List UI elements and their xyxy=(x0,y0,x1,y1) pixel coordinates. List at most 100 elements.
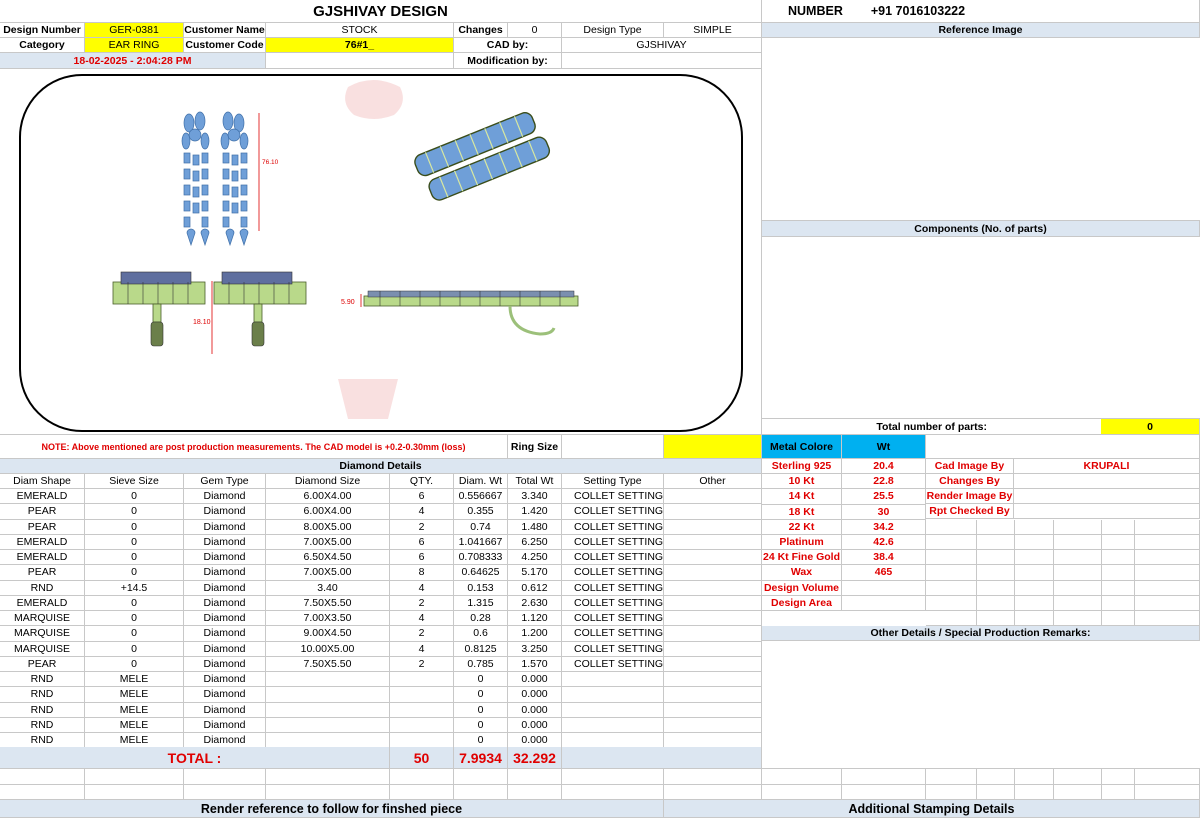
diamond-cell-diam-wt[interactable]: 0.74 xyxy=(454,519,508,535)
diamond-cell-diam-wt[interactable]: 0.355 xyxy=(454,504,508,520)
diamond-cell-gem-type[interactable]: Diamond xyxy=(184,611,266,627)
diamond-cell-total-wt[interactable]: 1.570 xyxy=(508,656,562,672)
diamond-cell-sieve-size[interactable]: MELE xyxy=(85,717,184,733)
diamond-cell-other[interactable] xyxy=(664,672,762,688)
diamond-cell-other[interactable] xyxy=(664,733,762,749)
changes-field[interactable]: 0 xyxy=(508,23,562,38)
design-type-field[interactable]: SIMPLE xyxy=(664,23,762,38)
diamond-cell-qty[interactable]: 4 xyxy=(390,641,454,657)
customer-code-field[interactable]: 76#1_ xyxy=(266,38,454,53)
diamond-cell-diamond-size[interactable] xyxy=(266,687,390,703)
diamond-cell-sieve-size[interactable]: 0 xyxy=(85,504,184,520)
diamond-cell-total-wt[interactable]: 0.000 xyxy=(508,717,562,733)
diamond-cell-diamond-size[interactable] xyxy=(266,702,390,718)
diamond-cell-qty[interactable]: 4 xyxy=(390,611,454,627)
cad-image-by-value[interactable]: KRUPALI xyxy=(1014,459,1200,474)
diamond-cell-diam-wt[interactable]: 0 xyxy=(454,672,508,688)
diamond-cell-qty[interactable]: 2 xyxy=(390,519,454,535)
diamond-cell-sieve-size[interactable]: +14.5 xyxy=(85,580,184,596)
diamond-cell-diam-shape[interactable]: EMERALD xyxy=(0,550,85,566)
diamond-cell-total-wt[interactable]: 4.250 xyxy=(508,550,562,566)
diamond-cell-diamond-size[interactable]: 3.40 xyxy=(266,580,390,596)
metal-weight[interactable] xyxy=(842,580,926,596)
diamond-cell-gem-type[interactable]: Diamond xyxy=(184,641,266,657)
diamond-cell-setting-type[interactable]: COLLET SETTING xyxy=(562,550,664,566)
metal-weight[interactable] xyxy=(842,595,926,611)
diamond-cell-setting-type[interactable]: COLLET SETTING xyxy=(562,641,664,657)
diamond-cell-gem-type[interactable]: Diamond xyxy=(184,565,266,581)
diamond-cell-qty[interactable]: 6 xyxy=(390,550,454,566)
diamond-cell-diamond-size[interactable] xyxy=(266,672,390,688)
diamond-cell-other[interactable] xyxy=(664,611,762,627)
diamond-cell-sieve-size[interactable]: 0 xyxy=(85,534,184,550)
diamond-cell-other[interactable] xyxy=(664,595,762,611)
diamond-cell-diam-shape[interactable]: MARQUISE xyxy=(0,626,85,642)
diamond-cell-qty[interactable]: 2 xyxy=(390,656,454,672)
diamond-cell-qty[interactable]: 4 xyxy=(390,580,454,596)
diamond-cell-gem-type[interactable]: Diamond xyxy=(184,656,266,672)
diamond-cell-diamond-size[interactable]: 6.50X4.50 xyxy=(266,550,390,566)
render-image-by-value[interactable] xyxy=(1014,489,1200,504)
diamond-cell-diamond-size[interactable]: 7.00X5.00 xyxy=(266,565,390,581)
diamond-cell-diam-wt[interactable]: 0.153 xyxy=(454,580,508,596)
diamond-cell-diam-wt[interactable]: 1.041667 xyxy=(454,534,508,550)
diamond-cell-gem-type[interactable]: Diamond xyxy=(184,550,266,566)
diamond-cell-qty[interactable] xyxy=(390,687,454,703)
diamond-cell-qty[interactable]: 6 xyxy=(390,534,454,550)
metal-weight[interactable]: 20.4 xyxy=(842,459,926,475)
diamond-cell-other[interactable] xyxy=(664,702,762,718)
diamond-cell-sieve-size[interactable]: 0 xyxy=(85,519,184,535)
diamond-cell-gem-type[interactable]: Diamond xyxy=(184,580,266,596)
diamond-cell-diamond-size[interactable]: 10.00X5.00 xyxy=(266,641,390,657)
diamond-cell-total-wt[interactable]: 3.340 xyxy=(508,489,562,505)
diamond-cell-total-wt[interactable]: 5.170 xyxy=(508,565,562,581)
diamond-cell-gem-type[interactable]: Diamond xyxy=(184,672,266,688)
diamond-cell-diamond-size[interactable]: 8.00X5.00 xyxy=(266,519,390,535)
diamond-cell-setting-type[interactable]: COLLET SETTING xyxy=(562,489,664,505)
diamond-cell-diam-wt[interactable]: 0.556667 xyxy=(454,489,508,505)
diamond-cell-other[interactable] xyxy=(664,519,762,535)
total-parts-value[interactable]: 0 xyxy=(1101,419,1200,435)
diamond-cell-other[interactable] xyxy=(664,534,762,550)
diamond-cell-qty[interactable]: 2 xyxy=(390,595,454,611)
diamond-cell-other[interactable] xyxy=(664,489,762,505)
diamond-cell-diam-shape[interactable]: EMERALD xyxy=(0,595,85,611)
diamond-cell-diam-shape[interactable]: RND xyxy=(0,702,85,718)
diamond-cell-sieve-size[interactable]: MELE xyxy=(85,687,184,703)
diamond-cell-gem-type[interactable]: Diamond xyxy=(184,626,266,642)
diamond-cell-gem-type[interactable]: Diamond xyxy=(184,534,266,550)
diamond-cell-sieve-size[interactable]: 0 xyxy=(85,656,184,672)
diamond-cell-diamond-size[interactable] xyxy=(266,717,390,733)
diamond-cell-gem-type[interactable]: Diamond xyxy=(184,489,266,505)
diamond-cell-qty[interactable] xyxy=(390,717,454,733)
diamond-cell-gem-type[interactable]: Diamond xyxy=(184,702,266,718)
diamond-cell-diam-wt[interactable]: 0 xyxy=(454,733,508,749)
diamond-cell-diam-wt[interactable]: 1.315 xyxy=(454,595,508,611)
diamond-cell-sieve-size[interactable]: 0 xyxy=(85,641,184,657)
diamond-cell-diam-shape[interactable]: RND xyxy=(0,672,85,688)
diamond-cell-diam-shape[interactable]: PEAR xyxy=(0,656,85,672)
diamond-cell-diam-wt[interactable]: 0.785 xyxy=(454,656,508,672)
diamond-cell-qty[interactable]: 8 xyxy=(390,565,454,581)
diamond-cell-qty[interactable]: 6 xyxy=(390,489,454,505)
diamond-cell-diam-wt[interactable]: 0.28 xyxy=(454,611,508,627)
rpt-checked-by-value[interactable] xyxy=(1014,504,1200,519)
diamond-cell-total-wt[interactable]: 6.250 xyxy=(508,534,562,550)
diamond-cell-gem-type[interactable]: Diamond xyxy=(184,717,266,733)
diamond-cell-total-wt[interactable]: 1.480 xyxy=(508,519,562,535)
diamond-cell-qty[interactable] xyxy=(390,702,454,718)
diamond-cell-sieve-size[interactable]: MELE xyxy=(85,672,184,688)
metal-weight[interactable]: 30 xyxy=(842,504,926,520)
ring-size-field[interactable] xyxy=(562,435,664,459)
diamond-cell-other[interactable] xyxy=(664,565,762,581)
diamond-cell-diamond-size[interactable]: 7.00X5.00 xyxy=(266,534,390,550)
diamond-cell-gem-type[interactable]: Diamond xyxy=(184,687,266,703)
diamond-cell-qty[interactable]: 4 xyxy=(390,504,454,520)
diamond-cell-other[interactable] xyxy=(664,550,762,566)
diamond-cell-setting-type[interactable]: COLLET SETTING xyxy=(562,656,664,672)
diamond-cell-other[interactable] xyxy=(664,504,762,520)
diamond-cell-qty[interactable] xyxy=(390,733,454,749)
diamond-cell-total-wt[interactable]: 0.000 xyxy=(508,702,562,718)
diamond-cell-sieve-size[interactable]: 0 xyxy=(85,489,184,505)
metal-weight[interactable]: 38.4 xyxy=(842,550,926,566)
